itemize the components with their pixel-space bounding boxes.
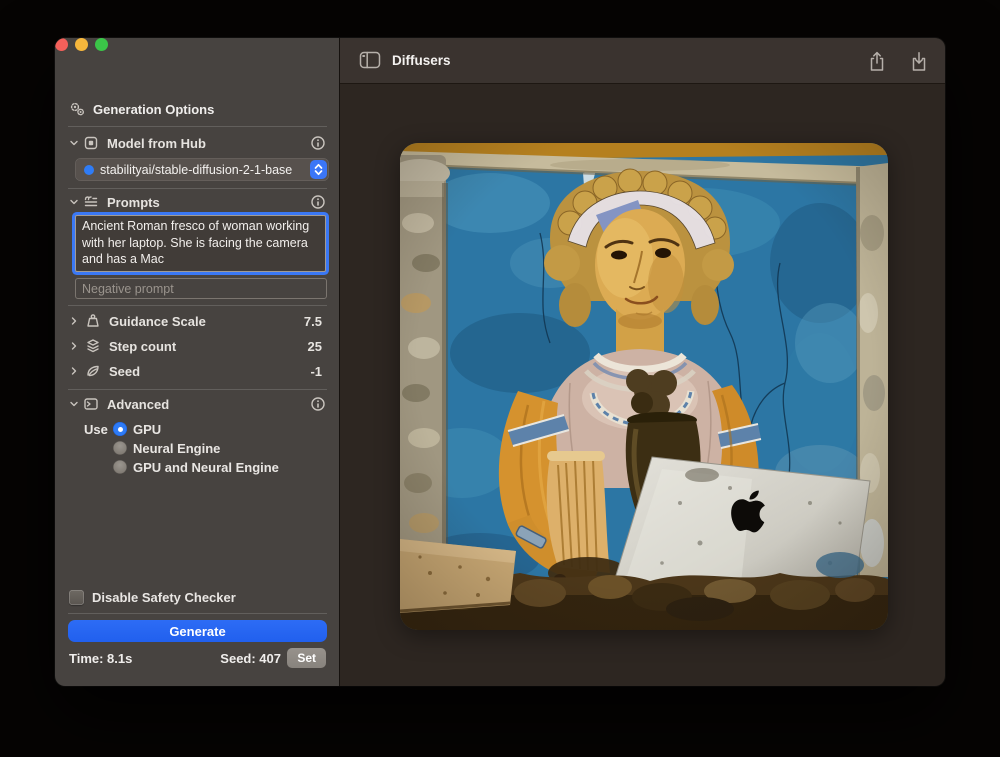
main-area: Diffusers — [340, 38, 945, 686]
titlebar: Diffusers — [340, 38, 945, 84]
divider — [68, 305, 327, 306]
zoom-window-button[interactable] — [95, 38, 108, 51]
divider — [68, 389, 327, 390]
info-icon[interactable] — [311, 397, 325, 411]
use-label: Use — [84, 422, 108, 437]
param-value: 25 — [308, 339, 322, 354]
chevron-down-icon[interactable] — [69, 399, 79, 409]
radio-neural-engine[interactable] — [113, 441, 127, 455]
info-icon[interactable] — [311, 136, 325, 150]
negative-prompt-input[interactable] — [75, 278, 327, 299]
chevron-down-icon[interactable] — [69, 197, 79, 207]
prompt-input[interactable]: Ancient Roman fresco of woman working wi… — [75, 215, 326, 272]
divider — [68, 188, 327, 189]
chevron-right-icon[interactable] — [69, 341, 79, 351]
model-select[interactable]: stabilityai/stable-diffusion-2-1-base — [75, 158, 329, 181]
model-section-label: Model from Hub — [107, 136, 206, 151]
divider — [68, 613, 327, 614]
param-value: 7.5 — [304, 314, 322, 329]
app-window: Generation Options Model from Hub stabil… — [55, 38, 945, 686]
advanced-section-label: Advanced — [107, 397, 169, 412]
close-window-button[interactable] — [55, 38, 68, 51]
info-icon[interactable] — [311, 195, 325, 209]
prompts-section-label: Prompts — [107, 195, 160, 210]
disable-safety-checker-checkbox[interactable] — [69, 590, 84, 605]
param-label: Seed — [109, 364, 140, 379]
cpu-icon — [83, 135, 99, 151]
terminal-icon — [83, 396, 99, 412]
seed-status: Seed: 407 — [220, 651, 281, 666]
gears-icon — [69, 101, 85, 117]
generate-button[interactable]: Generate — [68, 620, 327, 642]
save-image-icon[interactable] — [910, 51, 928, 72]
share-icon[interactable] — [868, 51, 886, 72]
fresco-artwork — [400, 143, 888, 630]
app-title: Diffusers — [392, 53, 451, 68]
generated-image — [400, 143, 888, 630]
radio-neural-engine-label: Neural Engine — [133, 441, 220, 456]
leaf-icon — [85, 363, 101, 379]
cube-stack-icon — [85, 338, 101, 354]
param-label: Guidance Scale — [109, 314, 206, 329]
time-status: Time: 8.1s — [69, 651, 132, 666]
traffic-lights — [55, 38, 339, 51]
disable-safety-checker-label: Disable Safety Checker — [92, 590, 236, 605]
radio-gpu-label: GPU — [133, 422, 161, 437]
sidebar: Generation Options Model from Hub stabil… — [55, 38, 340, 686]
model-status-dot — [84, 165, 94, 175]
sidebar-title: Generation Options — [93, 102, 214, 117]
radio-gpu-and-neural-engine-label: GPU and Neural Engine — [133, 460, 279, 475]
radio-gpu[interactable] — [113, 422, 127, 436]
param-label: Step count — [109, 339, 176, 354]
text-quote-icon — [83, 194, 99, 210]
scale-weight-icon — [85, 313, 101, 329]
radio-gpu-and-neural-engine[interactable] — [113, 460, 127, 474]
select-stepper-icon — [310, 160, 327, 179]
chevron-right-icon[interactable] — [69, 366, 79, 376]
toggle-sidebar-icon[interactable] — [359, 51, 381, 69]
chevron-down-icon[interactable] — [69, 138, 79, 148]
chevron-right-icon[interactable] — [69, 316, 79, 326]
model-select-value: stabilityai/stable-diffusion-2-1-base — [100, 163, 310, 177]
param-value: -1 — [310, 364, 322, 379]
minimize-window-button[interactable] — [75, 38, 88, 51]
divider — [68, 126, 327, 127]
set-seed-button[interactable]: Set — [287, 648, 326, 668]
